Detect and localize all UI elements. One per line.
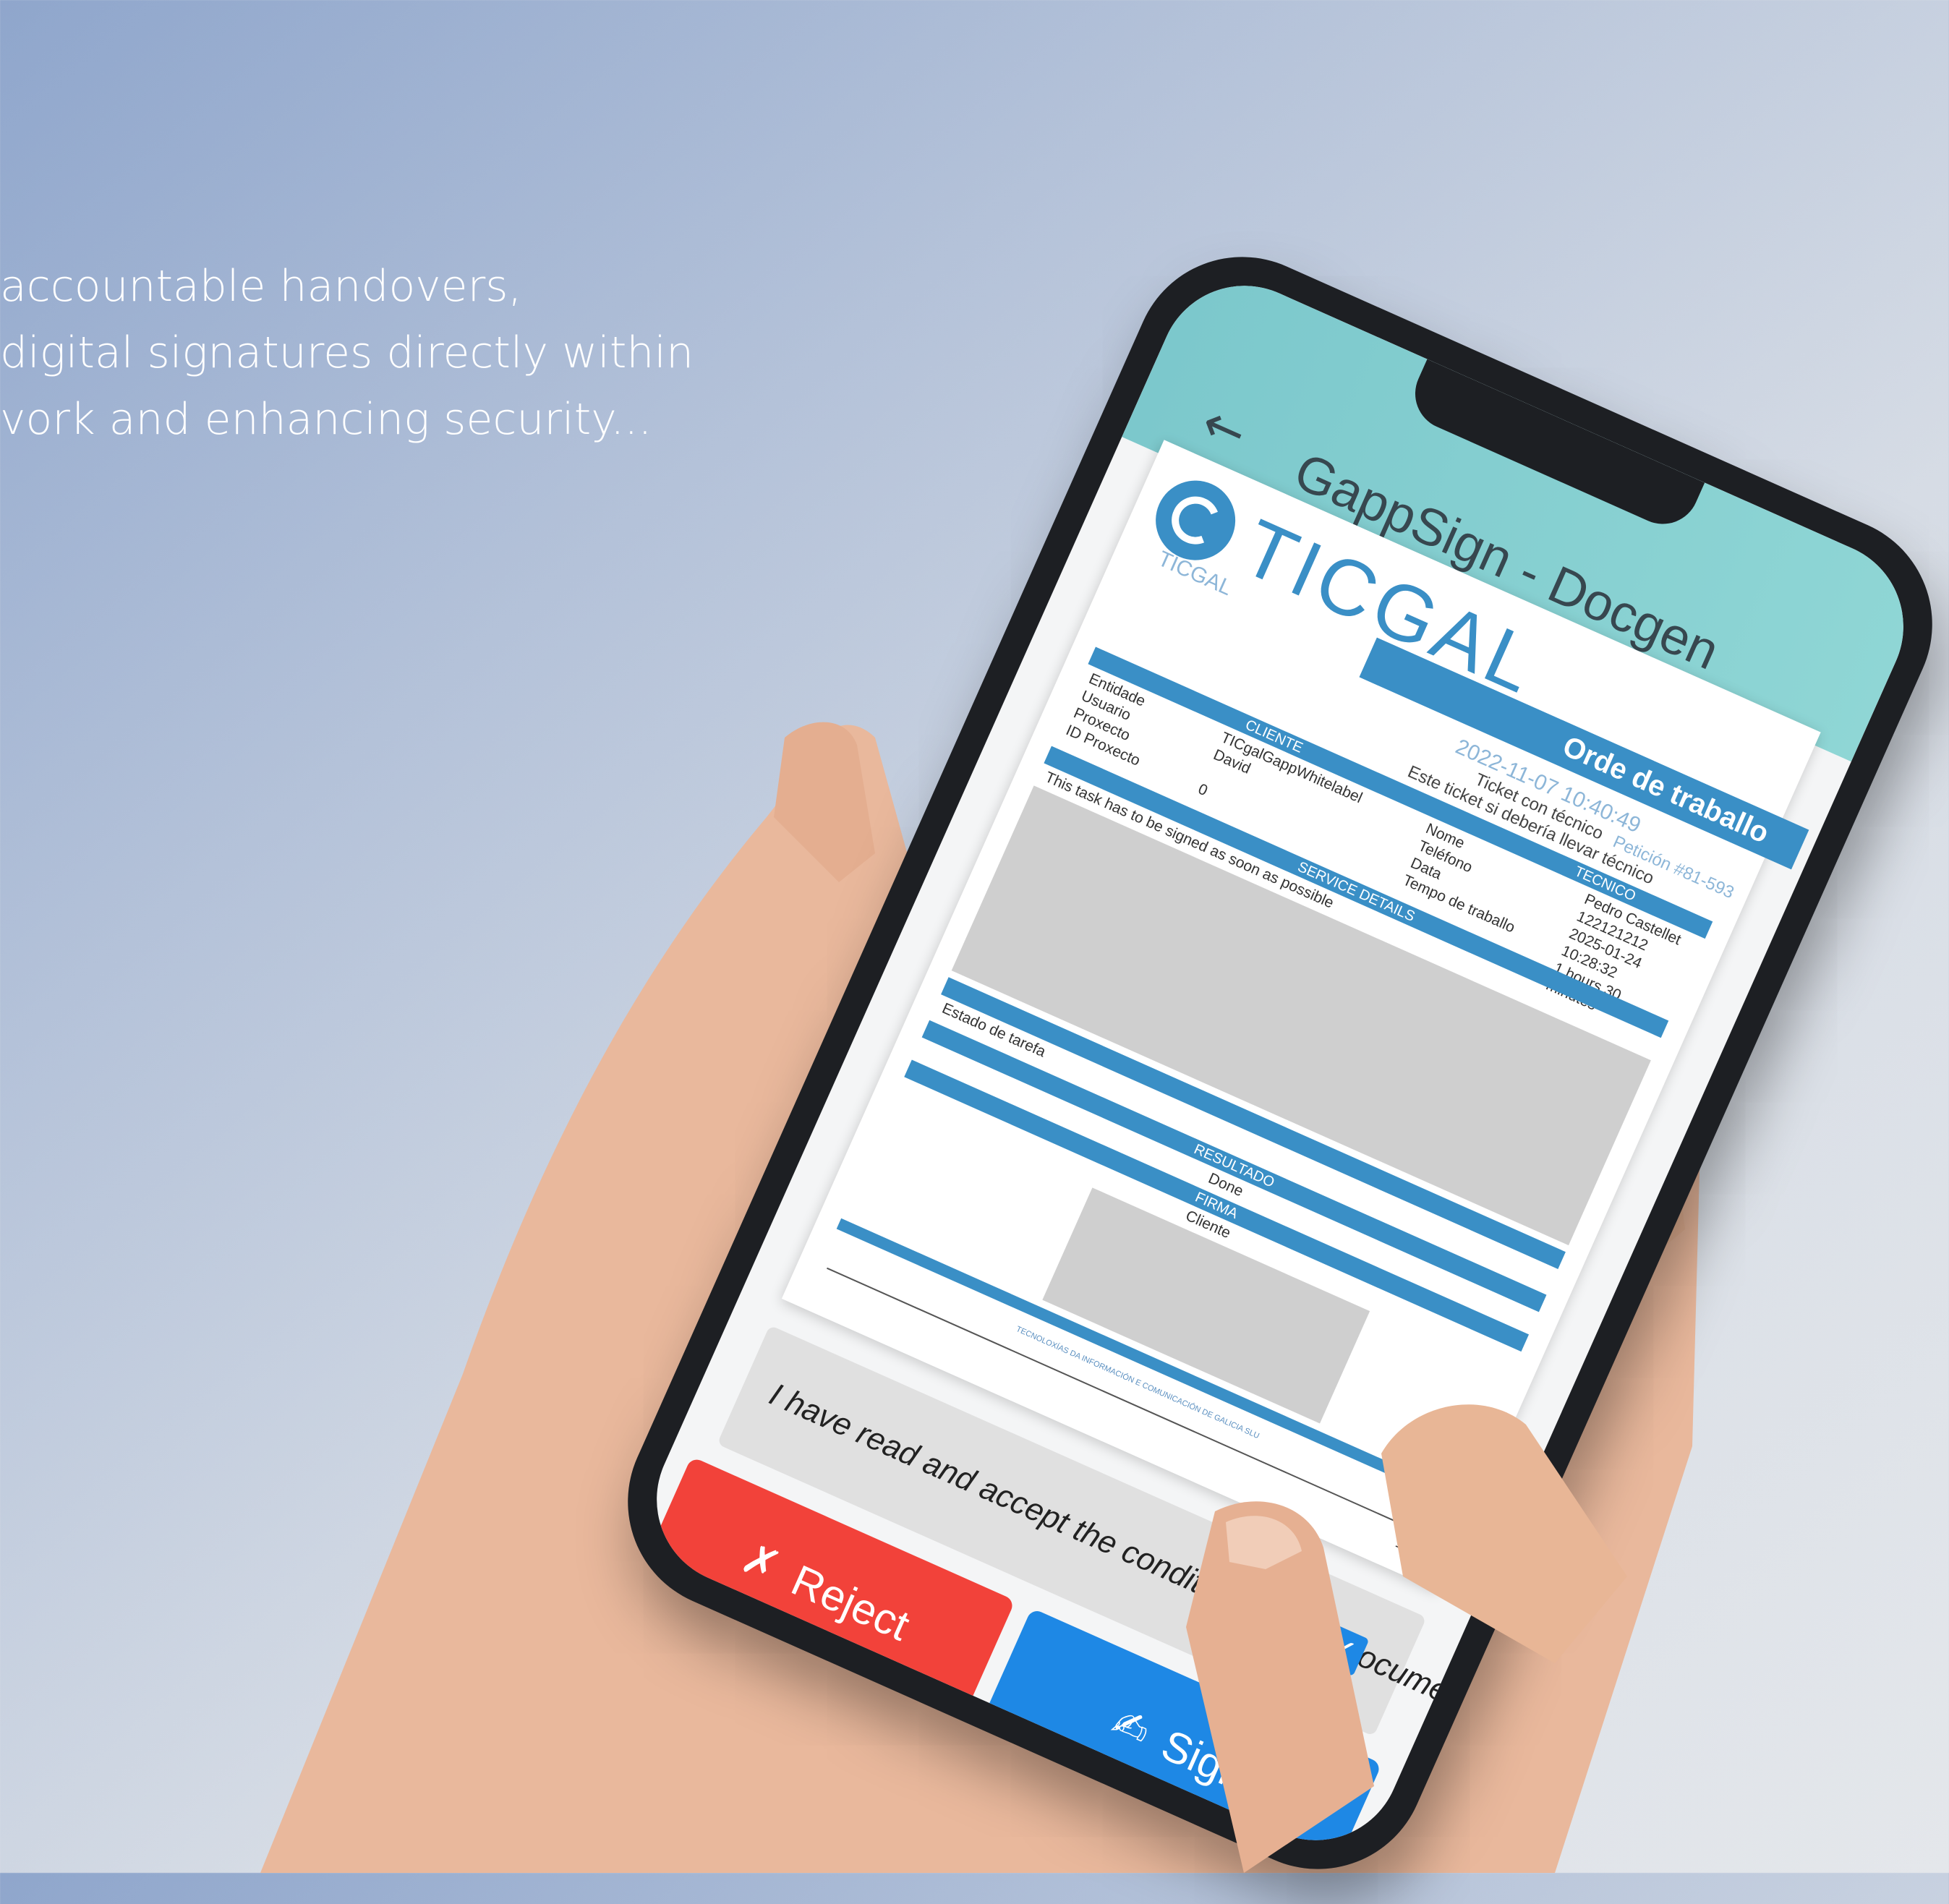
reject-label: Reject [785, 1555, 917, 1650]
finger-shape [1381, 1404, 1627, 1663]
finger-illustration [1381, 1404, 1627, 1663]
signature-off-icon: ✗ [733, 1532, 788, 1593]
arrow-left-icon[interactable]: ← [1193, 392, 1255, 464]
signature-icon: ✍ [1104, 1696, 1158, 1758]
